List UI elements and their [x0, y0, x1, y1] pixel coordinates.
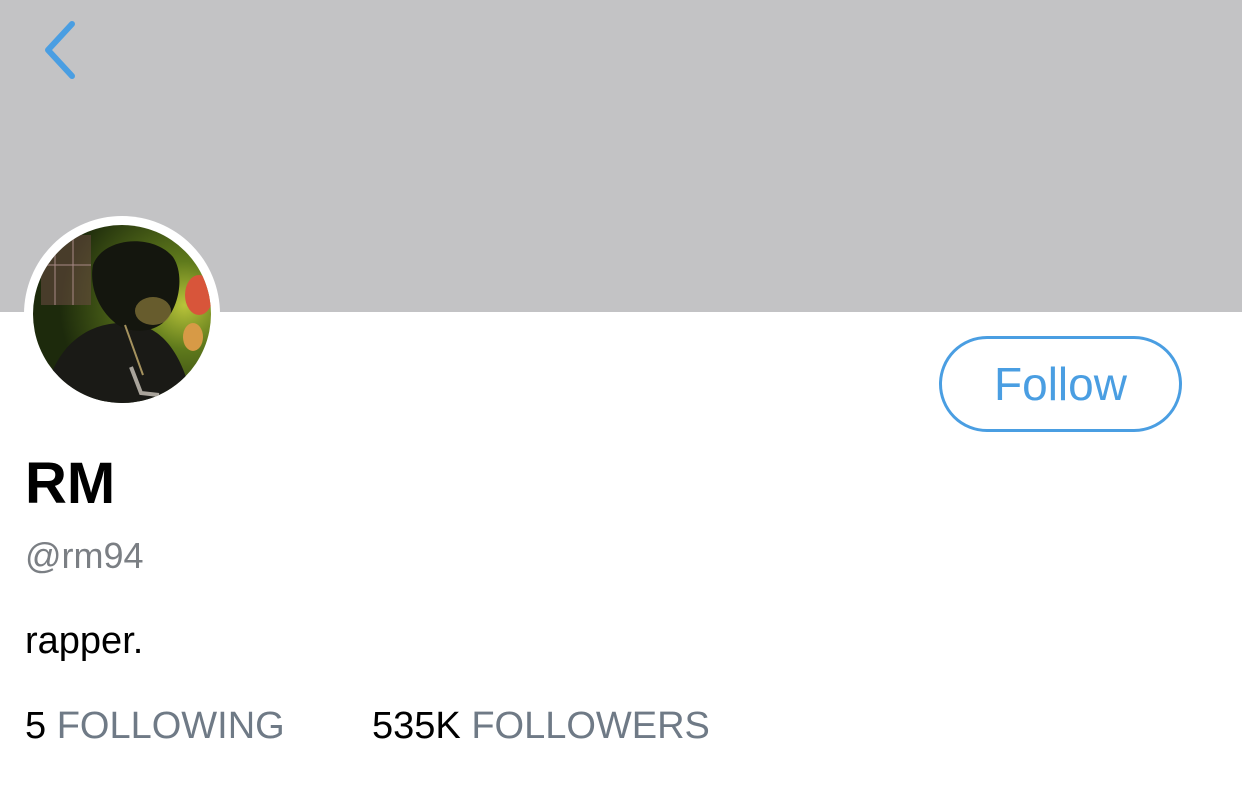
follow-button[interactable]: Follow	[939, 336, 1182, 432]
user-handle: @rm94	[25, 535, 144, 576]
followers-stat[interactable]: 535K FOLLOWERS	[372, 703, 710, 749]
following-count: 5	[25, 705, 47, 747]
avatar-ring	[24, 216, 220, 412]
followers-label: FOLLOWERS	[471, 705, 710, 747]
chevron-left-icon	[45, 21, 75, 79]
following-label: FOLLOWING	[56, 705, 285, 747]
display-name: RM	[25, 451, 116, 516]
avatar-photo	[33, 225, 211, 403]
user-bio: rapper.	[25, 620, 144, 662]
avatar[interactable]	[33, 225, 211, 403]
profile-page: Follow RM @rm94 rapper. 5 FOLLOWING 535K…	[0, 0, 1242, 788]
following-stat[interactable]: 5 FOLLOWING	[25, 703, 285, 749]
back-button[interactable]	[28, 12, 92, 88]
followers-count: 535K	[372, 705, 461, 747]
